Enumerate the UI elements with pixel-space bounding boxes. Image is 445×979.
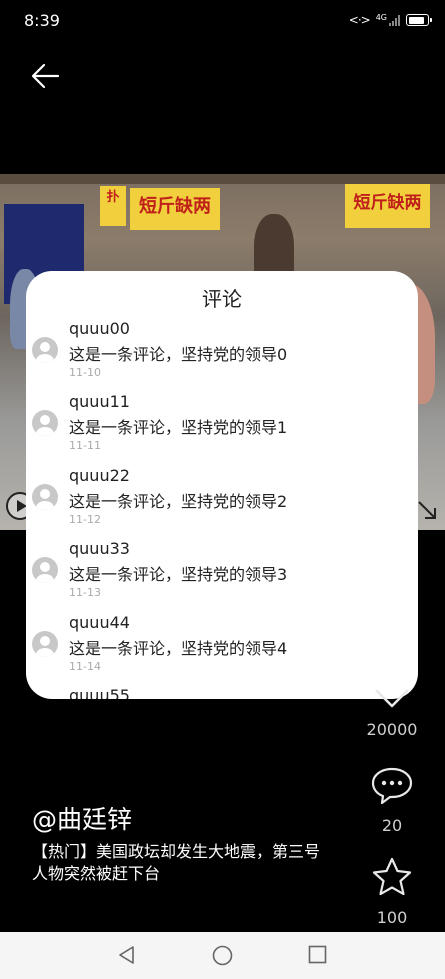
comment-username[interactable]: quuu55 [69, 686, 130, 699]
back-arrow-icon[interactable] [28, 58, 64, 94]
system-nav-bar [0, 932, 445, 979]
comment-username[interactable]: quuu22 [69, 466, 130, 485]
comment-button[interactable]: 20 [362, 766, 422, 835]
comment-text: 这是一条评论，坚持党的领导0 [69, 345, 288, 364]
signal-icon [389, 14, 400, 26]
comment-date: 11-11 [69, 439, 101, 453]
heart-icon [375, 689, 409, 708]
fullscreen-icon[interactable] [415, 498, 439, 522]
comment-date: 11-14 [69, 659, 101, 673]
avatar-icon[interactable] [32, 483, 58, 510]
nav-home-icon[interactable] [212, 945, 233, 966]
comments-panel: 评论 quuu00 这是一条评论，坚持党的领导0 11-10 quuu11 这是… [26, 271, 418, 699]
status-bar: 8:39 <·> 4G [0, 0, 445, 42]
comment-list[interactable]: quuu00 这是一条评论，坚持党的领导0 11-10 quuu11 这是一条评… [26, 317, 418, 699]
avatar-icon[interactable] [32, 337, 58, 363]
shop-sign: 短斤缺两 [345, 184, 430, 228]
comment-text: 这是一条评论，坚持党的领导4 [69, 638, 288, 658]
avatar-icon[interactable] [32, 630, 58, 657]
avatar-icon[interactable] [32, 557, 58, 584]
avatar-icon[interactable] [32, 410, 58, 437]
shop-sign: 短斤缺两 [130, 188, 220, 230]
comment-username[interactable]: quuu00 [69, 319, 130, 338]
comment-item[interactable]: quuu00 这是一条评论，坚持党的领导0 11-10 [26, 317, 418, 390]
battery-icon [406, 14, 432, 26]
shop-sign: 扑 [100, 186, 126, 226]
comment-item[interactable]: quuu33 这是一条评论，坚持党的领导3 11-13 [26, 537, 418, 610]
video-scene-awning [0, 174, 445, 184]
like-button[interactable]: 20000 [362, 689, 422, 739]
comment-text: 这是一条评论，坚持党的领导2 [69, 491, 288, 511]
post-author[interactable]: @曲廷锌 [32, 800, 132, 836]
comment-text: 这是一条评论，坚持党的领导1 [69, 418, 288, 438]
favorite-button[interactable]: 100 [362, 856, 422, 927]
comment-item[interactable]: quuu22 这是一条评论，坚持党的领导2 11-12 [26, 464, 418, 537]
nav-back-icon[interactable] [117, 945, 137, 965]
chat-bubble-icon [371, 767, 413, 805]
nav-recent-icon[interactable] [308, 945, 327, 964]
comment-text: 这是一条评论，坚持党的领导3 [69, 565, 288, 585]
comment-username[interactable]: quuu11 [69, 392, 130, 411]
comment-count: 20 [381, 816, 403, 835]
status-time: 8:39 [24, 11, 60, 30]
status-icons: <·> 4G [348, 12, 432, 27]
comment-item[interactable]: quuu11 这是一条评论，坚持党的领导1 11-11 [26, 390, 418, 463]
comment-date: 11-13 [69, 586, 101, 600]
like-count: 20000 [366, 720, 418, 739]
comments-panel-title: 评论 [202, 287, 242, 311]
comment-item[interactable]: quuu44 这是一条评论，坚持党的领导4 11-14 [26, 611, 418, 684]
network-type: 4G [375, 12, 387, 22]
favorite-count: 100 [376, 908, 408, 927]
hotspot-icon: <·> [348, 13, 371, 27]
comment-date: 11-12 [69, 512, 101, 526]
comment-username[interactable]: quuu33 [69, 539, 130, 558]
post-description: 【热门】美国政坛却发生大地震，第三号人物突然被赶下台 [32, 842, 321, 883]
comment-username[interactable]: quuu44 [69, 613, 130, 632]
comment-item[interactable]: quuu55 [26, 684, 418, 699]
comment-date: 11-10 [69, 366, 101, 379]
star-icon [372, 857, 412, 896]
